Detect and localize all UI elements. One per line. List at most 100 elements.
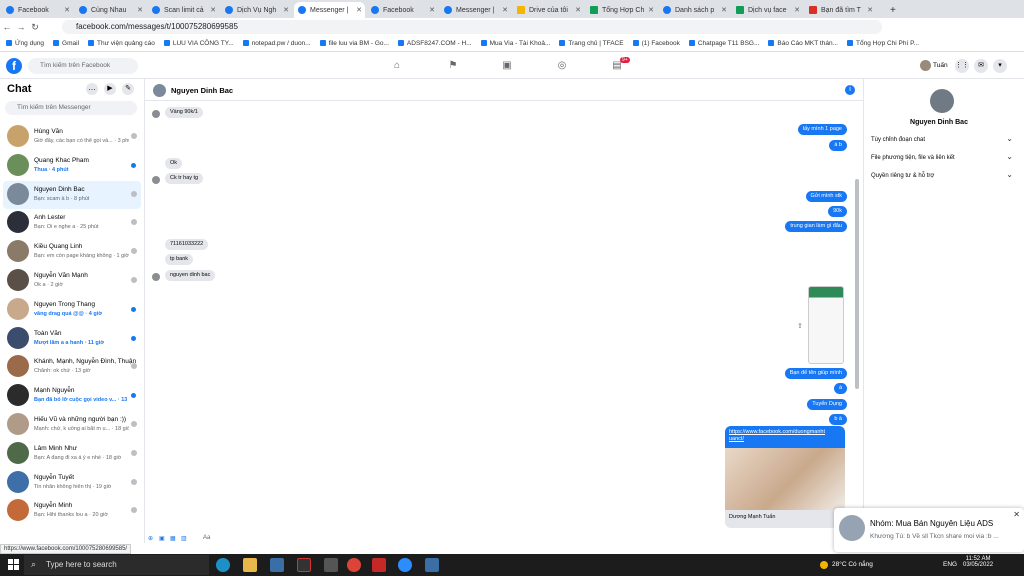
conversation-item[interactable]: Nguyễn Minh Bạn: Hihi thanks lou a · 20 g… (3, 497, 141, 525)
close-tab-icon[interactable]: ✕ (794, 6, 800, 14)
chrome-icon[interactable] (347, 558, 361, 572)
profile-avatar[interactable] (920, 60, 931, 71)
close-tab-icon[interactable]: ✕ (867, 6, 873, 14)
option-customize-chat[interactable]: Tùy chỉnh đoạn chat (871, 134, 1013, 143)
conversation-item[interactable]: Nguyễn Tuyết Tin nhắn không hiển thị · 19… (3, 469, 141, 497)
browser-tab[interactable]: Dịch Vụ Ngh ✕ (221, 2, 292, 18)
add-icon[interactable]: ⊕ (148, 535, 153, 542)
marketplace-icon[interactable]: ▣ (501, 60, 513, 72)
messenger-search-input[interactable]: Tìm kiếm trên Messenger (5, 101, 137, 115)
conversation-item[interactable]: Quang Khac Pham Thua · 4 phút (3, 152, 141, 180)
outgoing-message[interactable]: à (833, 383, 847, 394)
groups-icon[interactable]: ◎ (556, 60, 568, 72)
home-icon[interactable]: ⌂ (391, 60, 403, 72)
close-tab-icon[interactable]: ✕ (429, 6, 435, 14)
app-red-icon[interactable] (372, 558, 386, 572)
close-tab-icon[interactable]: ✕ (137, 6, 143, 14)
conversation-item[interactable]: Hùng Văn Giờ đây, các bạn có thể gọi và..… (3, 123, 141, 151)
link-preview-url[interactable]: https://www.facebook.com/duongmanht uanc… (725, 426, 845, 448)
url-field[interactable]: facebook.com/messages/t/100075280699585 (62, 20, 882, 34)
close-icon[interactable]: ✕ (1013, 510, 1020, 519)
menu-grid-icon[interactable]: ⋮⋮ (955, 59, 969, 73)
bookmark-item[interactable]: Gmail (53, 40, 79, 47)
back-icon[interactable]: ← (0, 22, 14, 32)
bookmark-item[interactable]: Trang chủ | TFACE (559, 40, 623, 47)
info-name[interactable]: Nguyen Dinh Bac (864, 119, 1014, 126)
browser-tab[interactable]: Danh sách p ✕ (659, 2, 730, 18)
outgoing-message[interactable]: b à (829, 414, 847, 425)
more-options-icon[interactable]: … (86, 83, 98, 95)
app-blue-icon[interactable] (425, 558, 439, 572)
browser-tab[interactable]: Scan limit cả ✕ (148, 2, 219, 18)
conversation-item[interactable]: Mạnh Nguyễn Bạn đã bỏ lỡ cuộc gọi video v… (3, 382, 141, 410)
clock[interactable]: 11:52 AM 03/05/2022 (963, 556, 993, 568)
file-explorer-icon[interactable] (243, 558, 257, 572)
reload-icon[interactable]: ↻ (28, 22, 42, 33)
conversation-name[interactable]: Nguyen Dinh Bac (171, 86, 233, 95)
conversation-item[interactable]: Lâm Minh Như Bạn: A đang đi xa á ý e nhé … (3, 440, 141, 468)
conversation-item[interactable]: Hiếu Vũ và những người bạn :)) Mạnh: chứ,… (3, 411, 141, 439)
notification-toast[interactable]: Nhóm: Mua Bán Nguyên Liệu ADS Khương Tú:… (834, 508, 1024, 552)
new-message-icon[interactable]: ✎ (122, 83, 134, 95)
new-tab-icon[interactable]: + (886, 2, 900, 18)
mail-icon[interactable] (270, 558, 284, 572)
conversation-item[interactable]: Nguyen Dinh Bac Bạn: scam à b · 8 phút (3, 180, 141, 209)
incoming-message[interactable]: Vàng 90k/1 (165, 107, 203, 118)
photos-icon[interactable] (324, 558, 338, 572)
gif-icon[interactable]: ▥ (181, 535, 187, 542)
browser-tab[interactable]: Cùng Nhau ✕ (75, 2, 146, 18)
browser-tab[interactable]: Facebook ✕ (2, 2, 73, 18)
incoming-message[interactable]: nguyen dinh bac (165, 270, 216, 281)
bookmark-item[interactable]: notepad.pw / duon... (243, 40, 311, 47)
option-media-files[interactable]: File phương tiện, file và liên kết (871, 152, 1013, 161)
video-call-icon[interactable]: ▶ (104, 83, 116, 95)
conversation-avatar[interactable] (153, 84, 166, 97)
conversation-item[interactable]: Nguyen Trong Thang vãng drag quá @@ · 4 g… (3, 296, 141, 324)
link-preview-card[interactable]: https://www.facebook.com/duongmanht uanc… (725, 426, 845, 528)
browser-tab[interactable]: Dịch vụ face ✕ (732, 2, 803, 18)
browser-tab[interactable]: Bạn đã tìm T ✕ (805, 2, 876, 18)
language-indicator[interactable]: ENG (943, 561, 957, 568)
incoming-message[interactable]: 71161033222 (165, 239, 209, 250)
messenger-icon[interactable]: ✉ (974, 59, 988, 73)
taskbar-search-input[interactable]: Type here to search (24, 555, 209, 575)
bookmark-item[interactable]: Chatpage T11 BSG... (689, 40, 760, 47)
edge-icon[interactable] (216, 558, 230, 572)
image-icon[interactable]: ▣ (159, 535, 165, 542)
close-tab-icon[interactable]: ✕ (64, 6, 70, 14)
app-icon[interactable] (297, 558, 311, 572)
conversation-item[interactable]: Anh Lester Bạn: Oi e nghe a · 25 phút (3, 209, 141, 237)
facebook-search-input[interactable]: Tìm kiếm trên Facebook (28, 58, 138, 74)
close-tab-icon[interactable]: ✕ (575, 6, 581, 14)
bookmark-item[interactable]: Ứng dụng (6, 40, 44, 47)
close-tab-icon[interactable]: ✕ (283, 6, 289, 14)
bookmark-item[interactable]: ADSF8247.COM - H... (398, 40, 472, 47)
zoom-icon[interactable] (398, 558, 412, 572)
info-icon[interactable]: i (845, 85, 855, 95)
weather-text[interactable]: 28°C Có nắng (832, 561, 873, 568)
outgoing-message[interactable]: Bạn để tên giúp mình (784, 368, 847, 379)
bookmark-item[interactable]: LUU VIA CÔNG TY... (164, 40, 234, 47)
conversation-item[interactable]: Toàn Văn Mượt lắm a a hanh · 11 giờ (3, 325, 141, 353)
windows-start-icon[interactable] (8, 559, 19, 570)
close-tab-icon[interactable]: ✕ (210, 6, 216, 14)
browser-tab[interactable]: Messenger | ✕ (294, 2, 365, 18)
incoming-message[interactable]: Ck tr hay tg (165, 173, 204, 184)
conversation-item[interactable]: Khánh, Mạnh, Nguyễn Đình, Thuận Chắnh: ok… (3, 353, 141, 381)
browser-tab[interactable]: Tổng Hợp Ch ✕ (586, 2, 657, 18)
shared-image-thumbnail[interactable] (808, 286, 844, 364)
sticker-icon[interactable]: ▦ (170, 535, 176, 542)
share-icon[interactable]: ⇪ (797, 322, 803, 330)
incoming-message[interactable]: tp bank (165, 254, 194, 265)
conversation-scrollbar[interactable] (855, 179, 859, 389)
close-tab-icon[interactable]: ✕ (721, 6, 727, 14)
bookmark-item[interactable]: Tổng Hợp Chi Phí P... (847, 40, 919, 47)
outgoing-message[interactable]: 90k (828, 206, 847, 217)
close-tab-icon[interactable]: ✕ (502, 6, 508, 14)
browser-tab[interactable]: Drive của tôi ✕ (513, 2, 584, 18)
option-privacy-support[interactable]: Quyền riêng tư & hỗ trợ (871, 170, 1013, 179)
flag-icon[interactable]: ⚑ (447, 60, 459, 72)
close-tab-icon[interactable]: ✕ (648, 6, 654, 14)
bookmark-item[interactable]: Mua Via - Tài Khoả... (481, 40, 551, 47)
info-avatar[interactable] (930, 89, 954, 113)
